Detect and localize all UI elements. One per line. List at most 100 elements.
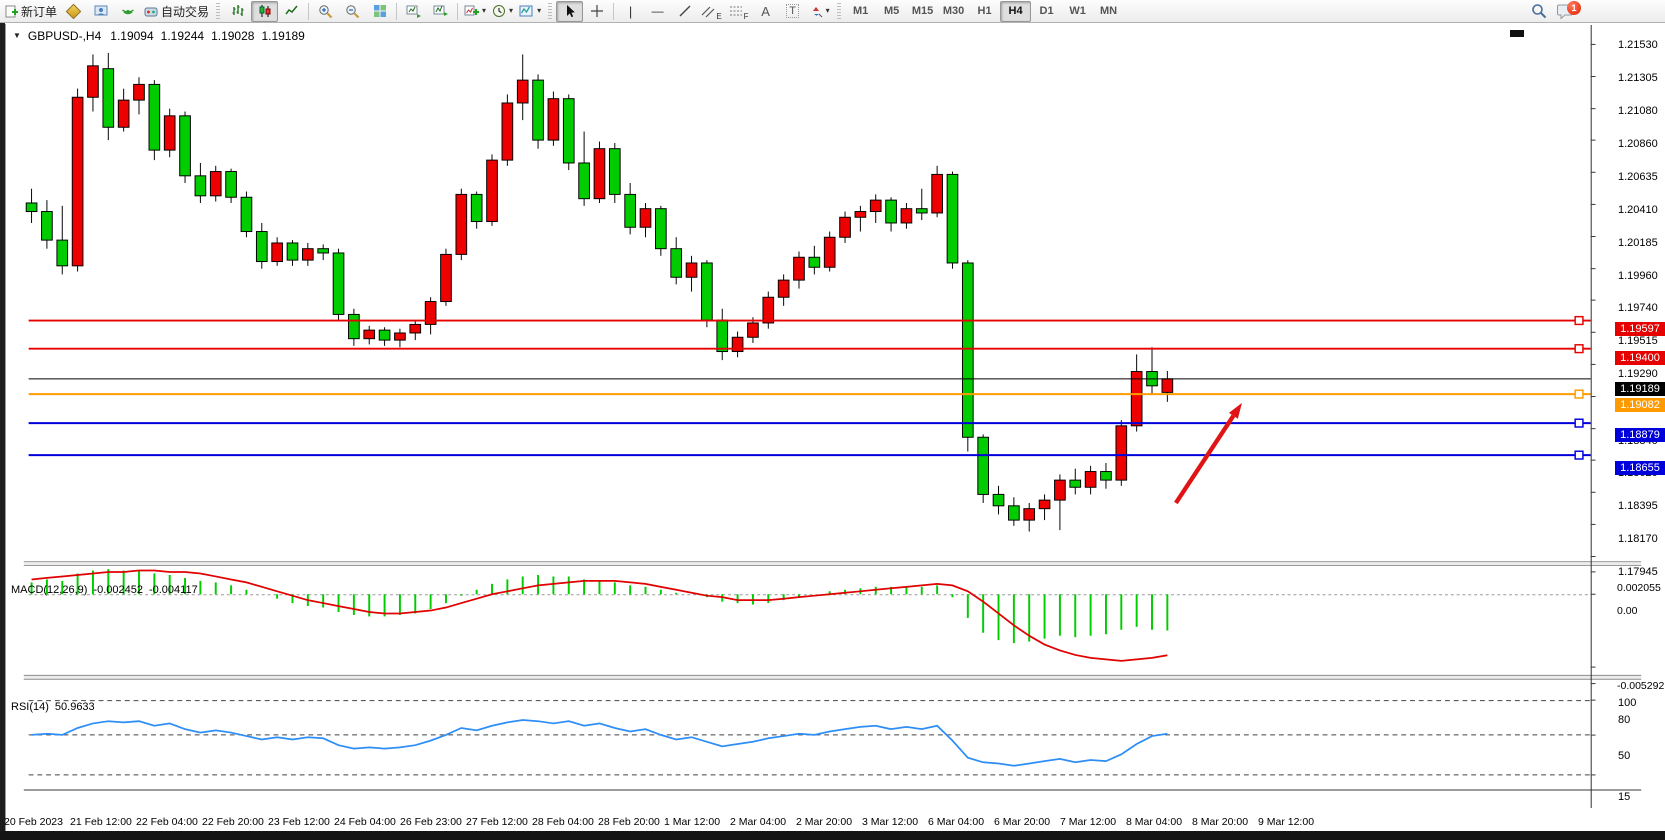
chart-canvas[interactable] (0, 24, 1665, 840)
timeframe-button-w1[interactable]: W1 (1062, 1, 1093, 22)
candle-up (395, 333, 406, 340)
time-axis-label: 6 Mar 20:00 (994, 816, 1050, 828)
zoom-in-icon (318, 4, 333, 19)
chart-shift-marker[interactable] (1510, 30, 1524, 37)
market-watch-button[interactable] (60, 1, 87, 22)
periods-button[interactable]: ▾ (489, 1, 516, 22)
indicators-button[interactable]: ▾ (461, 1, 489, 22)
time-axis-label: 23 Feb 12:00 (268, 816, 330, 828)
signal-button[interactable] (114, 1, 141, 22)
bar-chart-button[interactable] (224, 1, 251, 22)
time-axis-label: 20 Feb 2023 (4, 816, 63, 828)
high-value: 1.19244 (161, 29, 204, 43)
candle-down (993, 494, 1004, 505)
cursor-button[interactable] (556, 1, 583, 22)
candle-down (563, 99, 574, 163)
candle-down (241, 197, 252, 231)
timeframe-button-h4[interactable]: H4 (1000, 1, 1031, 22)
time-axis-label: 8 Mar 04:00 (1126, 816, 1182, 828)
window-bottom-edge (0, 831, 1665, 840)
candle-down (916, 209, 927, 213)
rsi-axis-label: 15 (1618, 791, 1664, 803)
timeframe-button-m15[interactable]: M15 (907, 1, 938, 22)
horizontal-line-tool-button[interactable]: — (644, 1, 671, 22)
arrange-charts-button[interactable] (400, 1, 427, 22)
candle-down (579, 163, 590, 199)
price-tick-label: 1.20185 (1618, 237, 1664, 249)
close-value: 1.19189 (261, 29, 304, 43)
timeframe-button-h1[interactable]: H1 (969, 1, 1000, 22)
timeframe-button-m5[interactable]: M5 (876, 1, 907, 22)
candle-down (886, 200, 897, 223)
timeframe-button-m30[interactable]: M30 (938, 1, 969, 22)
macd-axis-label: 0.00 (1617, 605, 1663, 617)
timeframe-button-d1[interactable]: D1 (1031, 1, 1062, 22)
bar-chart-icon (231, 4, 245, 18)
price-line-badge: 1.19400 (1615, 351, 1665, 365)
auto-trading-button[interactable]: 自动交易 (141, 1, 212, 22)
search-button[interactable] (1525, 1, 1552, 22)
rsi-label-row: RSI(14) 50.9633 (11, 701, 95, 713)
price-tick-label: 1.21080 (1618, 105, 1664, 117)
text-tool-button[interactable]: A (752, 1, 779, 22)
rsi-line (32, 720, 1168, 766)
rsi-axis-label: 50 (1618, 750, 1664, 762)
cascade-charts-icon (433, 4, 448, 18)
shapes-tool-button[interactable]: ▾ (806, 1, 833, 22)
notification-count-badge[interactable]: 1 (1567, 1, 1581, 15)
vertical-line-tool-button[interactable]: | (617, 1, 644, 22)
candle-up (210, 172, 221, 196)
fibo-tag: F (744, 12, 749, 21)
cascade-charts-button[interactable] (427, 1, 454, 22)
macd-axis-label: -0.005292 (1617, 680, 1663, 692)
dropdown-caret-icon: ▾ (509, 7, 513, 15)
time-axis-label: 2 Mar 20:00 (796, 816, 852, 828)
candle-up (840, 217, 851, 237)
template-icon (519, 4, 534, 18)
dropdown-caret-icon: ▾ (537, 7, 541, 15)
channel-tool-button[interactable]: E (698, 1, 725, 22)
crosshair-button[interactable] (583, 1, 610, 22)
candle-up (686, 263, 697, 277)
time-axis-label: 22 Feb 20:00 (202, 816, 264, 828)
candle-down (349, 314, 360, 338)
trendline-tool-button[interactable] (671, 1, 698, 22)
candle-up (1085, 472, 1096, 488)
zoom-in-button[interactable] (312, 1, 339, 22)
horizontal-line-icon: — (652, 4, 664, 18)
fibonacci-tool-button[interactable]: F (725, 1, 752, 22)
candle-up (410, 324, 421, 333)
timeframe-button-m1[interactable]: M1 (845, 1, 876, 22)
candlestick-chart-icon (258, 4, 272, 18)
candle-down (809, 257, 820, 267)
toolbar-separator (457, 3, 458, 20)
candle-up (855, 212, 866, 218)
tile-windows-button[interactable] (366, 1, 393, 22)
time-axis-label: 22 Feb 04:00 (136, 816, 198, 828)
zoom-out-icon (345, 4, 360, 19)
equidistant-channel-icon (701, 4, 716, 18)
candle-up (1131, 372, 1142, 426)
candle-down (287, 243, 298, 260)
timeframe-button-mn[interactable]: MN (1093, 1, 1124, 22)
profile-button[interactable] (87, 1, 114, 22)
line-chart-button[interactable] (278, 1, 305, 22)
candle-up (517, 80, 528, 103)
arrow-annotation-shaft (1176, 416, 1233, 503)
text-label-tool-button[interactable]: T (779, 1, 806, 22)
indicators-icon (464, 4, 479, 18)
price-tick-label: 1.19290 (1618, 368, 1664, 380)
price-tick-label: 1.19960 (1618, 270, 1664, 282)
time-axis-label: 7 Mar 12:00 (1060, 816, 1116, 828)
price-tick-label: 1.18395 (1618, 500, 1664, 512)
chart-menu-triangle-icon[interactable]: ▼ (13, 31, 21, 40)
candlestick-chart-button[interactable] (251, 1, 278, 22)
candle-up (778, 280, 789, 297)
time-axis-label: 27 Feb 12:00 (466, 816, 528, 828)
zoom-out-button[interactable] (339, 1, 366, 22)
profile-icon (94, 4, 108, 18)
timeframe-row: M1M5M15M30H1H4D1W1MN (845, 1, 1124, 22)
candle-up (302, 249, 313, 260)
new-order-button[interactable]: 新订单 (2, 1, 60, 22)
templates-button[interactable]: ▾ (516, 1, 544, 22)
